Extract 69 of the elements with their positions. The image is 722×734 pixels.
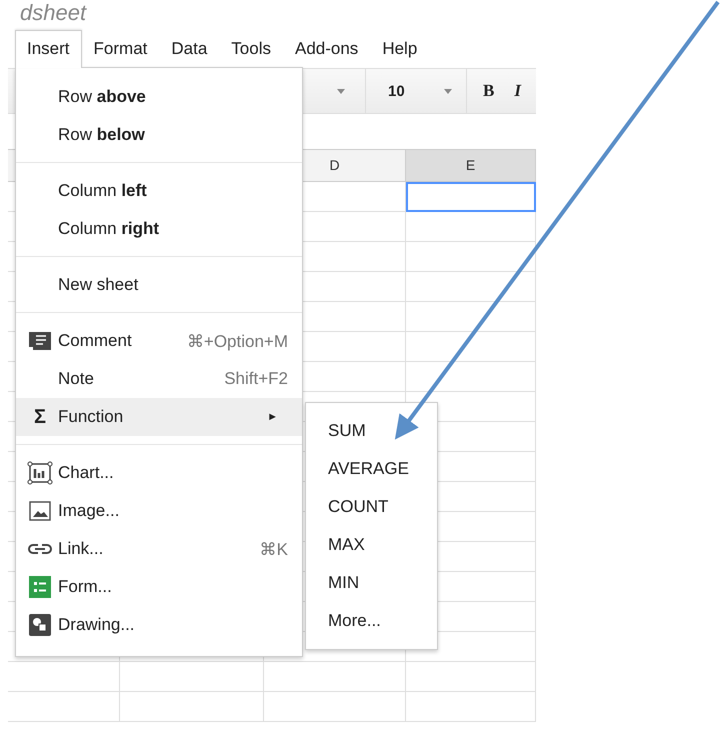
menu-item-label: Row above [58,87,147,107]
table-cell[interactable] [120,662,264,692]
table-cell[interactable] [406,692,536,722]
caret-icon[interactable] [337,88,345,94]
font-size-value[interactable]: 10 [388,82,405,100]
menu-item-label: Row below [58,125,146,145]
table-cell[interactable] [8,692,120,722]
menu-item-label: Column left [58,181,148,201]
menu-bar-item[interactable]: Help [370,30,430,68]
menu-item[interactable]: Form... [16,568,302,606]
menu-item-label: Note [58,369,95,389]
submenu-arrow: ► [267,411,278,423]
bold-button[interactable]: B [483,81,494,101]
menu-item[interactable]: More... [306,602,437,640]
caret-icon[interactable] [444,88,452,94]
menu-item[interactable]: Link... ⌘K [16,530,302,568]
menu-item[interactable]: Column right [16,210,302,248]
comment-icon [29,332,51,350]
menu-bar-item[interactable]: Data [159,30,220,68]
menu-item[interactable]: SUM [306,412,437,450]
table-cell[interactable] [406,212,536,242]
chart-icon [27,461,53,485]
menu-item[interactable]: AVERAGE [306,450,437,488]
document-title: dsheet [19,0,88,27]
table-cell[interactable] [120,692,264,722]
menu-item-label: Function [58,407,124,427]
menu-item[interactable]: MIN [306,564,437,602]
shortcut-text: ⌘+Option+M [186,330,288,352]
table-cell[interactable] [406,302,536,332]
selected-cell[interactable] [406,182,536,212]
table-cell[interactable] [406,662,536,692]
menu-item[interactable]: Comment ⌘+Option+M [16,322,302,360]
menu-item[interactable]: Note Shift+F2 [16,360,302,398]
table-cell[interactable] [264,692,406,722]
image-icon [29,501,51,521]
form-icon [29,576,51,598]
menu-bar-item[interactable]: Format [82,30,160,68]
menu-item[interactable]: Σ Function ► [16,398,302,436]
link-icon [28,543,52,555]
menu-item[interactable]: MAX [306,526,437,564]
table-cell[interactable] [406,332,536,362]
menu-bar-item[interactable]: Tools [219,30,283,68]
menu-item-label: Image... [58,501,120,521]
table-cell[interactable] [264,662,406,692]
table-cell[interactable] [406,242,536,272]
menu-item[interactable]: COUNT [306,488,437,526]
menu-bar-item[interactable]: Add-ons [282,30,370,68]
table-cell[interactable] [406,272,536,302]
menu-item[interactable]: New sheet [16,266,302,304]
menu-item[interactable]: Row above [16,78,302,116]
menu-item[interactable]: Chart... [16,454,302,492]
menu-item[interactable]: Drawing... [16,606,302,644]
sigma-icon: Σ [34,406,46,428]
table-cell[interactable] [8,662,120,692]
menu-item-label: Drawing... [58,615,136,635]
menu-item[interactable]: Image... [16,492,302,530]
menu-item-label: New sheet [58,275,140,295]
menu-item-label: Comment [58,331,133,351]
menu-item-label: Form... [58,577,113,597]
drawing-icon [29,614,51,636]
italic-button[interactable]: I [514,81,521,101]
column-header[interactable]: E [406,150,536,181]
shortcut-text: Shift+F2 [224,369,288,389]
table-cell[interactable] [406,362,536,392]
shortcut-text: ⌘K [260,538,288,560]
menu-item-label: Column right [58,219,160,239]
menu-item-label: Chart... [58,463,115,483]
menu-bar-item[interactable]: Insert [15,30,82,68]
menu-item-label: Link... [58,539,104,559]
